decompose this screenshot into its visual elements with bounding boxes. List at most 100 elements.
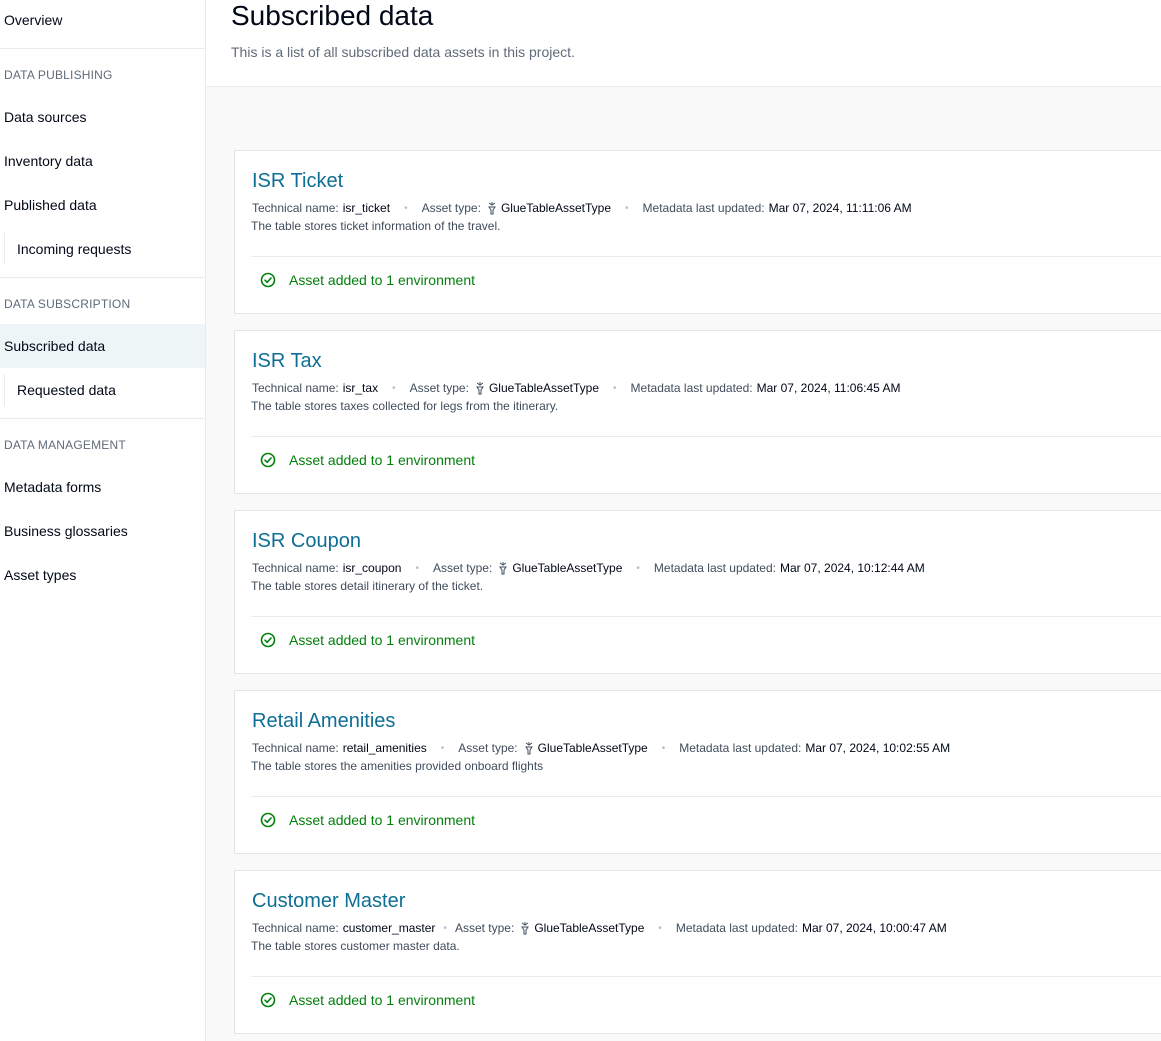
- asset-type-value: GlueTableAssetType: [534, 921, 645, 935]
- asset-metadata: Technical name: customer_master • Asset …: [252, 921, 947, 935]
- check-circle-icon: [260, 992, 276, 1008]
- asset-card: ISR Tax Technical name: isr_tax • Asset …: [234, 330, 1161, 494]
- glue-asset-icon: [498, 561, 508, 575]
- separator-dot: •: [636, 562, 640, 574]
- sidebar-item-incoming-requests[interactable]: Incoming requests: [0, 227, 205, 271]
- glue-asset-icon: [524, 741, 534, 755]
- metadata-updated-value: Mar 07, 2024, 10:00:47 AM: [801, 921, 947, 935]
- sidebar-item-metadata-forms[interactable]: Metadata forms: [0, 465, 205, 509]
- technical-name-label: Technical name:: [252, 381, 339, 395]
- metadata-updated-value: Mar 07, 2024, 10:12:44 AM: [780, 561, 925, 575]
- technical-name-label: Technical name:: [252, 741, 339, 755]
- sidebar-item-subscribed-data[interactable]: Subscribed data: [0, 324, 205, 368]
- asset-card: ISR Ticket Technical name: isr_ticket • …: [234, 150, 1161, 314]
- glue-asset-icon: [475, 381, 485, 395]
- status-indicator: Asset added to 1 environment: [260, 272, 475, 288]
- sidebar: Overview DATA PUBLISHING Data sources In…: [0, 0, 206, 1041]
- status-text: Asset added to 1 environment: [289, 272, 476, 288]
- separator-dot: •: [613, 382, 617, 394]
- metadata-updated-label: Metadata last updated:: [642, 201, 765, 215]
- sidebar-item-asset-types[interactable]: Asset types: [0, 553, 205, 597]
- card-divider: [251, 796, 1161, 797]
- asset-type-value: GlueTableAssetType: [488, 381, 600, 395]
- asset-type-value: GlueTableAssetType: [537, 741, 648, 755]
- asset-metadata: Technical name: isr_coupon • Asset type:…: [252, 561, 925, 575]
- metadata-updated-value: Mar 07, 2024, 11:06:45 AM: [756, 381, 901, 395]
- section-header-data-subscription: DATA SUBSCRIPTION: [4, 297, 131, 311]
- status-text: Asset added to 1 environment: [289, 812, 476, 828]
- status-text: Asset added to 1 environment: [289, 632, 476, 648]
- separator-dot: •: [443, 922, 447, 934]
- card-divider: [251, 976, 1161, 977]
- asset-type-label: Asset type:: [421, 201, 481, 215]
- separator-dot: •: [661, 742, 666, 754]
- separator-dot: •: [415, 562, 419, 574]
- glue-asset-icon: [487, 201, 497, 215]
- asset-description: The table stores the amenities provided …: [251, 759, 544, 773]
- technical-name-label: Technical name:: [252, 201, 339, 215]
- metadata-updated-value: Mar 07, 2024, 10:02:55 AM: [805, 741, 951, 755]
- check-circle-icon: [260, 452, 276, 468]
- asset-type-value: GlueTableAssetType: [500, 201, 612, 215]
- technical-name-value: isr_tax: [342, 381, 379, 395]
- asset-type-value: GlueTableAssetType: [512, 561, 623, 575]
- sidebar-item-overview[interactable]: Overview: [0, 0, 205, 42]
- asset-type-label: Asset type:: [458, 741, 518, 755]
- metadata-updated-label: Metadata last updated:: [630, 381, 753, 395]
- page-description: This is a list of all subscribed data as…: [231, 44, 575, 60]
- asset-description: The table stores customer master data.: [251, 939, 460, 953]
- asset-title-link[interactable]: Customer Master: [252, 889, 405, 913]
- technical-name-value: customer_master: [342, 921, 436, 935]
- section-header-data-publishing: DATA PUBLISHING: [4, 68, 113, 82]
- asset-card: Customer Master Technical name: customer…: [234, 870, 1161, 1034]
- asset-description: The table stores taxes collected for leg…: [251, 399, 559, 413]
- asset-title-link[interactable]: ISR Coupon: [252, 529, 361, 553]
- card-divider: [251, 256, 1161, 257]
- technical-name-label: Technical name:: [252, 921, 339, 935]
- sidebar-item-data-sources[interactable]: Data sources: [0, 95, 205, 139]
- card-divider: [251, 616, 1161, 617]
- asset-description: The table stores ticket information of t…: [251, 219, 501, 233]
- asset-title-link[interactable]: Retail Amenities: [252, 709, 395, 733]
- sidebar-item-published-data[interactable]: Published data: [0, 183, 205, 227]
- asset-title-link[interactable]: ISR Tax: [252, 349, 322, 373]
- check-circle-icon: [260, 632, 276, 648]
- sidebar-item-business-glossaries[interactable]: Business glossaries: [0, 509, 205, 553]
- asset-type-label: Asset type:: [454, 921, 515, 935]
- asset-title-link[interactable]: ISR Ticket: [252, 169, 343, 193]
- page-title: Subscribed data: [231, 0, 434, 31]
- app: Overview DATA PUBLISHING Data sources In…: [0, 0, 1161, 1041]
- card-divider: [251, 436, 1161, 437]
- asset-metadata: Technical name: isr_ticket • Asset type:…: [252, 201, 912, 215]
- sidebar-item-requested-data[interactable]: Requested data: [0, 368, 205, 412]
- nav-divider: [0, 277, 205, 278]
- metadata-updated-label: Metadata last updated:: [675, 921, 798, 935]
- asset-card: ISR Coupon Technical name: isr_coupon • …: [234, 510, 1161, 674]
- nav-divider: [0, 48, 205, 49]
- separator-dot: •: [440, 742, 445, 754]
- status-indicator: Asset added to 1 environment: [260, 632, 475, 648]
- separator-dot: •: [404, 202, 408, 214]
- status-indicator: Asset added to 1 environment: [260, 812, 475, 828]
- technical-name-value: isr_ticket: [342, 201, 391, 215]
- status-indicator: Asset added to 1 environment: [260, 452, 475, 468]
- asset-type-label: Asset type:: [409, 381, 469, 395]
- technical-name-value: isr_coupon: [342, 561, 402, 575]
- sidebar-item-inventory-data[interactable]: Inventory data: [0, 139, 205, 183]
- technical-name-value: retail_amenities: [342, 741, 427, 755]
- separator-dot: •: [392, 382, 396, 394]
- status-text: Asset added to 1 environment: [289, 992, 476, 1008]
- metadata-updated-value: Mar 07, 2024, 11:11:06 AM: [768, 201, 912, 215]
- asset-card: Retail Amenities Technical name: retail_…: [234, 690, 1161, 854]
- technical-name-label: Technical name:: [252, 561, 339, 575]
- metadata-updated-label: Metadata last updated:: [679, 741, 802, 755]
- metadata-updated-label: Metadata last updated:: [653, 561, 776, 575]
- nav-divider: [0, 418, 205, 419]
- status-indicator: Asset added to 1 environment: [260, 992, 475, 1008]
- asset-type-label: Asset type:: [432, 561, 493, 575]
- status-text: Asset added to 1 environment: [289, 452, 476, 468]
- separator-dot: •: [658, 922, 662, 934]
- glue-asset-icon: [520, 921, 530, 935]
- asset-list: ISR Ticket Technical name: isr_ticket • …: [206, 87, 1161, 1041]
- page-header: Subscribed data This is a list of all su…: [206, 0, 1161, 87]
